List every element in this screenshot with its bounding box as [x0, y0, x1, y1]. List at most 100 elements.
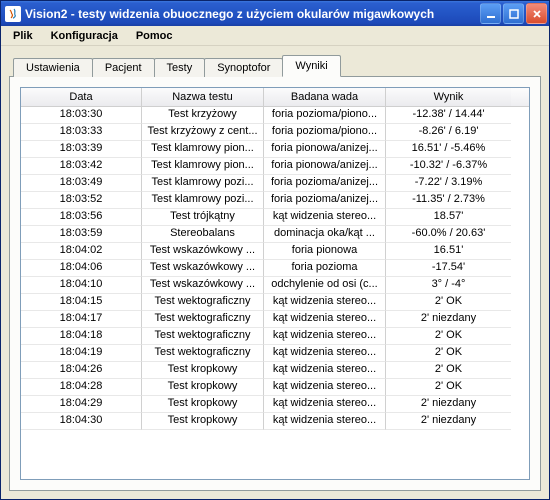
table-cell: 18:04:28	[21, 379, 142, 396]
table-cell: -8.26' / 6.19'	[386, 124, 511, 141]
table-cell: Test wskazówkowy ...	[142, 243, 264, 260]
table-cell: kąt widzenia stereo...	[264, 209, 386, 226]
table-cell: 2' niezdany	[386, 396, 511, 413]
table-cell: 2' OK	[386, 362, 511, 379]
table-row[interactable]: 18:03:52Test klamrowy pozi...foria pozio…	[21, 192, 529, 209]
col-header-wada[interactable]: Badana wada	[264, 88, 386, 106]
table-cell: odchylenie od osi (c...	[264, 277, 386, 294]
table-row[interactable]: 18:04:02Test wskazówkowy ...foria pionow…	[21, 243, 529, 260]
table-cell: 18:03:33	[21, 124, 142, 141]
col-header-wynik[interactable]: Wynik	[386, 88, 511, 106]
table-cell: 18:04:26	[21, 362, 142, 379]
window-button-group	[480, 3, 547, 24]
table-cell: -60.0% / 20.63'	[386, 226, 511, 243]
table-row[interactable]: 18:04:30Test kropkowykąt widzenia stereo…	[21, 413, 529, 430]
table-cell: -11.35' / 2.73%	[386, 192, 511, 209]
table-cell: 18:03:59	[21, 226, 142, 243]
table-cell: 18:04:17	[21, 311, 142, 328]
table-cell: Test trójkątny	[142, 209, 264, 226]
table-cell: 16.51' / -5.46%	[386, 141, 511, 158]
tab-panel-wyniki: Data Nazwa testu Badana wada Wynik 18:03…	[9, 76, 541, 491]
tab-wyniki[interactable]: Wyniki	[282, 55, 340, 77]
menu-konfiguracja[interactable]: Konfiguracja	[43, 28, 126, 44]
maximize-button[interactable]	[503, 3, 524, 24]
table-cell: 2' OK	[386, 379, 511, 396]
tab-pacjent[interactable]: Pacjent	[92, 58, 155, 77]
table-cell: Test wskazówkowy ...	[142, 277, 264, 294]
table-row[interactable]: 18:04:10Test wskazówkowy ...odchylenie o…	[21, 277, 529, 294]
title-bar[interactable]: Vision2 - testy widzenia obuocznego z uż…	[1, 1, 549, 26]
table-cell: 18:03:56	[21, 209, 142, 226]
tab-strip: Ustawienia Pacjent Testy Synoptofor Wyni…	[9, 54, 541, 76]
table-cell: Test klamrowy pozi...	[142, 192, 264, 209]
tab-testy[interactable]: Testy	[154, 58, 206, 77]
table-cell: Test kropkowy	[142, 379, 264, 396]
table-cell: foria pozioma/anizej...	[264, 192, 386, 209]
table-cell: -12.38' / 14.44'	[386, 107, 511, 124]
table-cell: Test klamrowy pozi...	[142, 175, 264, 192]
table-row[interactable]: 18:04:15Test wektograficznykąt widzenia …	[21, 294, 529, 311]
table-cell: Test klamrowy pion...	[142, 158, 264, 175]
table-cell: kąt widzenia stereo...	[264, 396, 386, 413]
table-row[interactable]: 18:03:59Stereobalansdominacja oka/kąt ..…	[21, 226, 529, 243]
table-row[interactable]: 18:03:30Test krzyżowyforia pozioma/piono…	[21, 107, 529, 124]
table-cell: 18:03:30	[21, 107, 142, 124]
table-cell: Stereobalans	[142, 226, 264, 243]
menu-plik[interactable]: Plik	[5, 28, 41, 44]
table-cell: 2' niezdany	[386, 413, 511, 430]
table-row[interactable]: 18:04:19Test wektograficznykąt widzenia …	[21, 345, 529, 362]
table-cell: kąt widzenia stereo...	[264, 413, 386, 430]
table-cell: kąt widzenia stereo...	[264, 311, 386, 328]
table-cell: Test wskazówkowy ...	[142, 260, 264, 277]
table-header-row: Data Nazwa testu Badana wada Wynik	[21, 88, 529, 107]
table-cell: foria pozioma/piono...	[264, 124, 386, 141]
window-title: Vision2 - testy widzenia obuocznego z uż…	[25, 7, 480, 21]
tab-synoptofor[interactable]: Synoptofor	[204, 58, 283, 77]
table-body[interactable]: 18:03:30Test krzyżowyforia pozioma/piono…	[21, 107, 529, 479]
table-row[interactable]: 18:03:33Test krzyżowy z cent...foria poz…	[21, 124, 529, 141]
table-cell: kąt widzenia stereo...	[264, 345, 386, 362]
table-cell: foria pozioma/anizej...	[264, 175, 386, 192]
table-cell: 18:04:30	[21, 413, 142, 430]
table-row[interactable]: 18:03:56Test trójkątnykąt widzenia stere…	[21, 209, 529, 226]
table-cell: 18.57'	[386, 209, 511, 226]
table-cell: 18:04:19	[21, 345, 142, 362]
tab-ustawienia[interactable]: Ustawienia	[13, 58, 93, 77]
menu-pomoc[interactable]: Pomoc	[128, 28, 181, 44]
table-cell: 18:03:39	[21, 141, 142, 158]
table-cell: -17.54'	[386, 260, 511, 277]
col-header-data[interactable]: Data	[21, 88, 142, 106]
close-button[interactable]	[526, 3, 547, 24]
table-cell: Test wektograficzny	[142, 345, 264, 362]
table-cell: Test krzyżowy z cent...	[142, 124, 264, 141]
table-cell: 18:04:29	[21, 396, 142, 413]
table-cell: Test wektograficzny	[142, 311, 264, 328]
java-icon	[5, 6, 21, 22]
table-row[interactable]: 18:04:26Test kropkowykąt widzenia stereo…	[21, 362, 529, 379]
table-cell: 16.51'	[386, 243, 511, 260]
minimize-button[interactable]	[480, 3, 501, 24]
col-header-nazwa[interactable]: Nazwa testu	[142, 88, 264, 106]
table-row[interactable]: 18:04:17Test wektograficznykąt widzenia …	[21, 311, 529, 328]
table-cell: -10.32' / -6.37%	[386, 158, 511, 175]
table-row[interactable]: 18:04:29Test kropkowykąt widzenia stereo…	[21, 396, 529, 413]
table-row[interactable]: 18:03:39Test klamrowy pion...foria piono…	[21, 141, 529, 158]
table-row[interactable]: 18:03:42Test klamrowy pion...foria piono…	[21, 158, 529, 175]
table-cell: 18:04:02	[21, 243, 142, 260]
table-cell: -7.22' / 3.19%	[386, 175, 511, 192]
table-cell: Test wektograficzny	[142, 294, 264, 311]
table-cell: 18:03:42	[21, 158, 142, 175]
table-cell: 18:04:10	[21, 277, 142, 294]
table-cell: foria pionowa/anizej...	[264, 141, 386, 158]
app-window: Vision2 - testy widzenia obuocznego z uż…	[0, 0, 550, 500]
table-row[interactable]: 18:04:18Test wektograficznykąt widzenia …	[21, 328, 529, 345]
table-row[interactable]: 18:04:28Test kropkowykąt widzenia stereo…	[21, 379, 529, 396]
table-cell: 18:03:52	[21, 192, 142, 209]
table-cell: foria pionowa	[264, 243, 386, 260]
table-row[interactable]: 18:04:06Test wskazówkowy ...foria poziom…	[21, 260, 529, 277]
table-row[interactable]: 18:03:49Test klamrowy pozi...foria pozio…	[21, 175, 529, 192]
table-cell: Test klamrowy pion...	[142, 141, 264, 158]
menu-bar: Plik Konfiguracja Pomoc	[1, 26, 549, 46]
table-cell: kąt widzenia stereo...	[264, 328, 386, 345]
table-cell: Test kropkowy	[142, 362, 264, 379]
